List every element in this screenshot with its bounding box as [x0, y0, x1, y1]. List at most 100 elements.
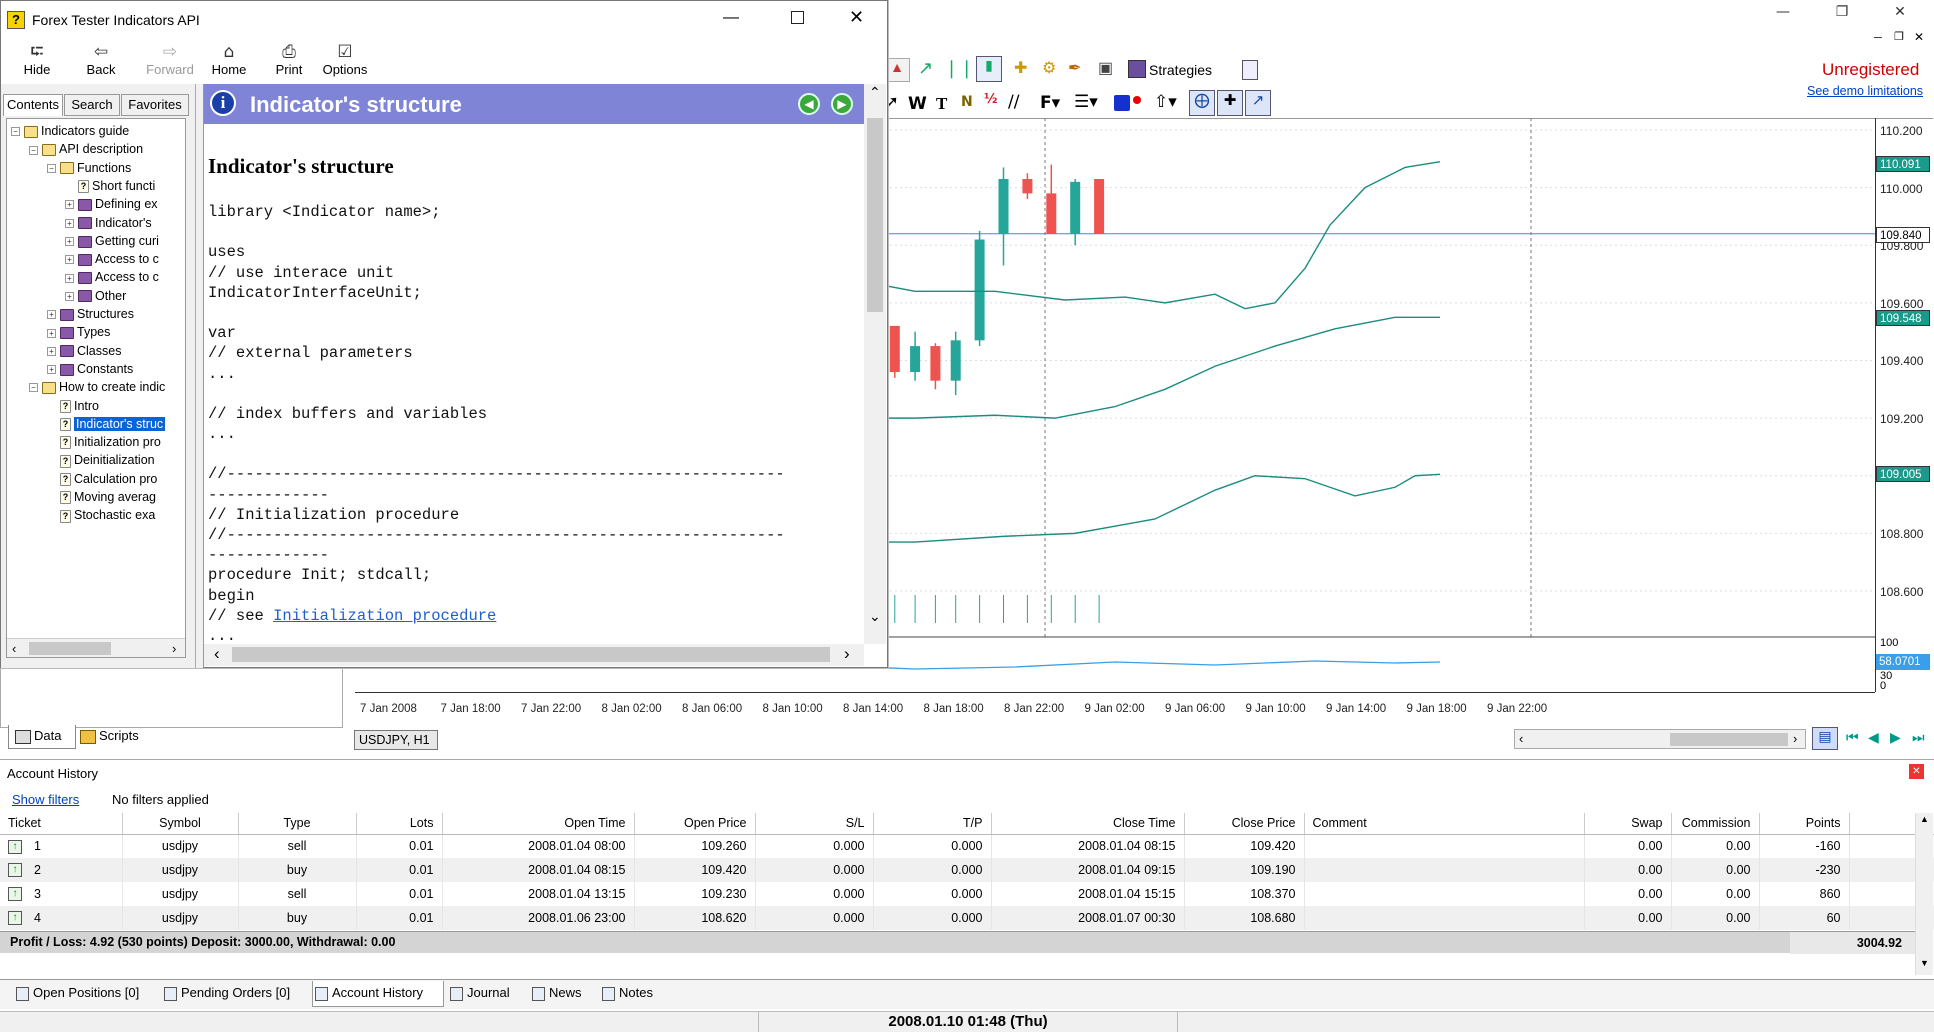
fibo-numbers-icon[interactable]: ½ — [984, 92, 997, 107]
tree-item[interactable]: + Structures — [47, 306, 185, 323]
column-header[interactable]: Close Price — [1184, 813, 1305, 835]
content-scroll-thumb[interactable] — [867, 118, 883, 312]
step-forward-icon[interactable]: ▶ — [1890, 729, 1901, 746]
toolbar-back-button[interactable]: ⇦ Back — [74, 42, 128, 82]
table-row[interactable]: ↑ 4 usdjpy buy 0.01 2008.01.06 23:00 108.620 0.… — [0, 906, 1934, 930]
go-first-icon[interactable]: ⏮ — [1846, 729, 1859, 746]
minimize-button[interactable]: — — [1763, 4, 1803, 26]
bottom-tab[interactable]: Journal — [448, 981, 526, 1007]
channel-icon[interactable]: ∕∕ — [1008, 92, 1019, 112]
tab-favorites[interactable]: Favorites — [121, 94, 189, 116]
toolbar-options-button[interactable]: ☑ Options — [318, 42, 372, 82]
go-last-icon[interactable]: ⏭ — [1912, 729, 1925, 746]
table-row[interactable]: ↑ 3 usdjpy sell 0.01 2008.01.04 13:15 109.230 0… — [0, 882, 1934, 906]
column-header[interactable]: Symbol — [122, 813, 239, 835]
tree-scroll-thumb[interactable] — [29, 642, 111, 655]
expand-icon[interactable]: + — [65, 291, 74, 301]
prev-topic-icon[interactable]: ◀ — [798, 93, 820, 115]
chart-shift-icon[interactable]: ▤ — [1812, 727, 1838, 750]
column-header[interactable]: Open Time — [442, 813, 635, 835]
strategies-button[interactable]: Strategies — [1149, 62, 1212, 78]
content-scroll-up-icon[interactable]: ⌃ — [869, 84, 881, 101]
contents-tree[interactable]: − Indicators guide − API description − Functi… — [6, 118, 186, 658]
collapse-icon[interactable]: − — [29, 383, 38, 393]
demo-limitations-link[interactable]: See demo limitations — [1807, 84, 1923, 98]
template-icon[interactable]: ⚙ — [1042, 58, 1056, 78]
table-row[interactable]: ↑ 2 usdjpy buy 0.01 2008.01.04 08:15 109.420 0.… — [0, 858, 1934, 882]
tree-item[interactable]: + Access to c — [65, 251, 185, 268]
expand-icon[interactable]: + — [47, 346, 56, 356]
collapse-icon[interactable]: − — [11, 127, 20, 137]
bottom-tab[interactable]: News — [530, 981, 596, 1007]
content-scroll-right-icon[interactable]: › — [844, 644, 850, 664]
table-row[interactable]: ↑ 1 usdjpy sell 0.01 2008.01.04 08:00 109.260 0… — [0, 834, 1934, 858]
next-topic-icon[interactable]: ▶ — [831, 93, 853, 115]
scroll-left-icon[interactable]: ‹ — [1519, 731, 1523, 746]
tree-item[interactable]: + Constants — [47, 361, 185, 378]
panel-close-icon[interactable]: ✕ — [1909, 764, 1924, 779]
tree-item[interactable]: ? Moving averag — [47, 489, 185, 506]
line-chart-icon[interactable]: ↗ — [918, 58, 933, 79]
tree-item[interactable]: − Indicators guide — [11, 123, 185, 140]
column-header[interactable]: Lots — [356, 813, 443, 835]
restore-button[interactable]: ❐ — [1822, 4, 1862, 26]
column-header[interactable]: Commission — [1671, 813, 1760, 835]
tree-item[interactable]: ? Stochastic exa — [47, 507, 185, 524]
tree-item[interactable]: + Access to c — [65, 269, 185, 286]
help-close-button[interactable]: ✕ — [849, 7, 864, 28]
column-header[interactable]: Swap — [1584, 813, 1672, 835]
column-header[interactable]: Ticket — [0, 813, 123, 835]
bottom-tab[interactable]: Account History — [312, 981, 444, 1007]
column-header[interactable]: Close Time — [991, 813, 1185, 835]
tree-item[interactable]: − API description — [29, 141, 185, 158]
expand-icon[interactable]: + — [47, 365, 56, 375]
scroll-right-icon[interactable]: › — [1793, 731, 1797, 746]
collapse-icon[interactable]: − — [47, 163, 56, 173]
bottom-tab[interactable]: Open Positions [0] — [14, 981, 158, 1007]
content-vscrollbar[interactable]: ⌃ ⌄ — [864, 84, 886, 644]
expand-icon[interactable]: + — [65, 237, 74, 246]
scripts-tab[interactable]: Scripts — [80, 725, 160, 749]
tree-item[interactable]: + Defining ex — [65, 196, 185, 213]
text-icon[interactable]: T — [936, 94, 947, 114]
tree-item[interactable]: ? Initialization pro — [47, 434, 185, 451]
history-vscrollbar[interactable]: ▲ ▼ — [1915, 813, 1933, 975]
candle-chart-icon[interactable]: ▮ — [976, 56, 1002, 82]
tree-item[interactable]: + Types — [47, 324, 185, 341]
expand-icon[interactable]: + — [65, 200, 74, 210]
content-scroll-down-icon[interactable]: ⌄ — [869, 608, 881, 625]
tree-item[interactable]: − How to create indic — [29, 379, 185, 396]
measure-icon[interactable]: ↗ — [1245, 90, 1271, 116]
tree-hscrollbar[interactable]: ‹ › — [7, 638, 185, 657]
add-indicator-icon[interactable]: ✚ — [1014, 58, 1027, 78]
mdi-minimize-icon[interactable]: ─ — [1874, 32, 1882, 44]
magnet-icon[interactable]: ⨁ — [1189, 90, 1215, 116]
close-button[interactable]: ✕ — [1880, 4, 1920, 26]
toolbar-home-button[interactable]: ⌂ Home — [202, 42, 256, 82]
vscroll-down-icon[interactable]: ▼ — [1920, 958, 1929, 968]
chart-hscrollbar[interactable]: ‹ › — [1514, 729, 1806, 749]
tab-search[interactable]: Search — [64, 94, 120, 116]
toolbar-hide-button[interactable]: ⮓ Hide — [10, 42, 64, 82]
help-maximize-button[interactable] — [791, 11, 804, 24]
column-header[interactable]: Open Price — [634, 813, 756, 835]
content-hscrollbar[interactable]: ‹ › — [204, 644, 864, 666]
column-header[interactable]: Points — [1759, 813, 1850, 835]
expand-icon[interactable]: + — [47, 310, 56, 320]
toolbar-forward-button[interactable]: ⇨ Forward — [143, 42, 197, 82]
bar-chart-icon[interactable]: ❘❘ — [944, 58, 974, 79]
toolbar-print-button[interactable]: ⎙ Print — [262, 42, 316, 82]
mdi-close-icon[interactable]: ✕ — [1914, 30, 1924, 44]
step-back-icon[interactable]: ◀ — [1868, 729, 1879, 746]
initialization-procedure-link[interactable]: Initialization procedure — [273, 607, 496, 625]
color-dropdown-icon[interactable] — [1133, 96, 1141, 104]
tree-item[interactable]: ? Short functi — [65, 178, 185, 195]
color-picker-icon[interactable] — [1114, 95, 1130, 111]
show-filters-link[interactable]: Show filters — [12, 792, 79, 807]
brush-icon[interactable]: ✒ — [1068, 58, 1081, 78]
tree-item[interactable]: + Classes — [47, 343, 185, 360]
camera-icon[interactable]: ▣ — [1098, 58, 1113, 78]
column-header[interactable]: Type — [238, 813, 357, 835]
column-header[interactable]: S/L — [755, 813, 874, 835]
bottom-tab[interactable]: Notes — [600, 981, 670, 1007]
